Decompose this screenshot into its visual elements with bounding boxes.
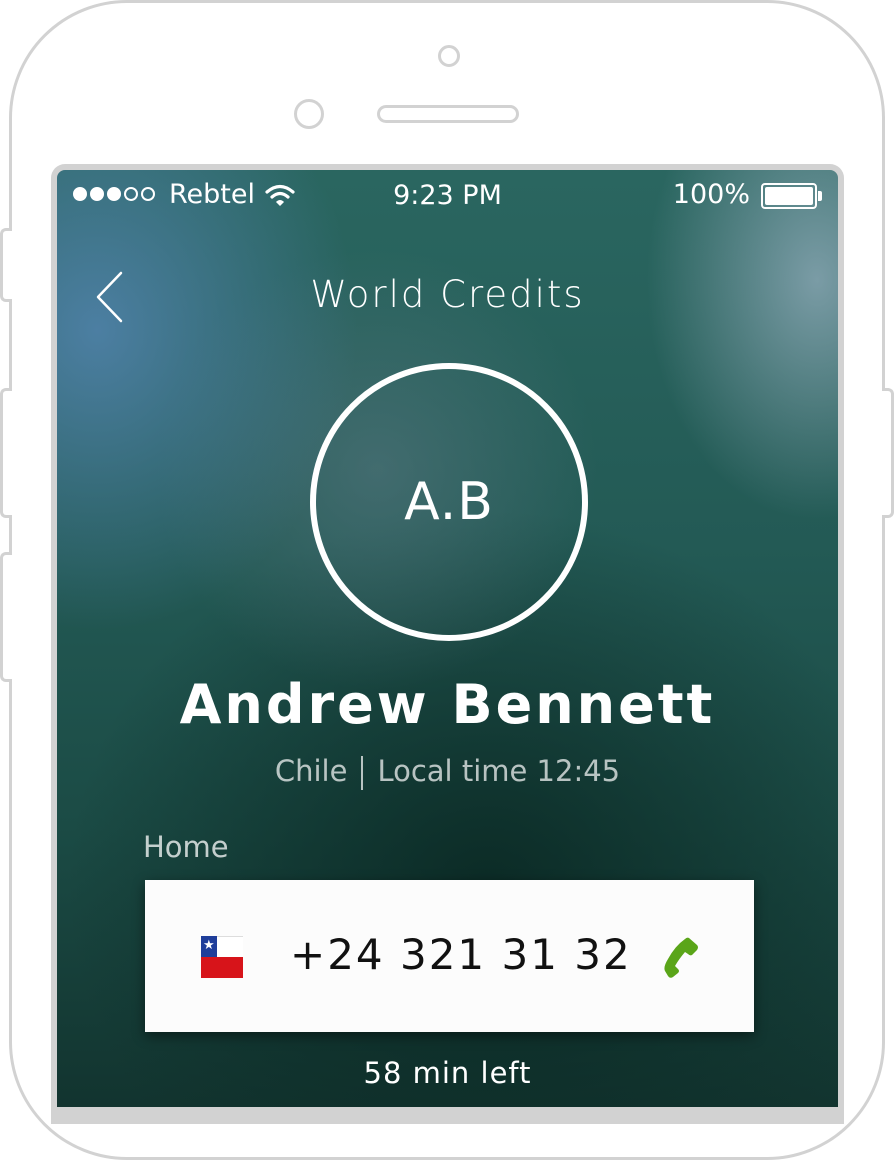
mute-switch bbox=[0, 228, 12, 302]
divider bbox=[361, 756, 364, 790]
contact-local-time: Local time 12:45 bbox=[377, 754, 621, 788]
earpiece-speaker bbox=[377, 105, 519, 123]
chile-flag-icon: ★ bbox=[201, 936, 243, 978]
battery-percent: 100% bbox=[672, 179, 750, 210]
power-button bbox=[882, 388, 894, 518]
status-bar: Rebtel 9:23 PM 100% bbox=[57, 170, 838, 220]
credits-remaining: 58 min left bbox=[363, 1056, 532, 1090]
front-camera bbox=[438, 45, 460, 67]
page-title: World Credits bbox=[310, 273, 585, 316]
volume-down-button bbox=[0, 552, 12, 682]
app-screen: Rebtel 9:23 PM 100% World Credits A.B An… bbox=[57, 170, 838, 1107]
contact-location-line: Chile Local time 12:45 bbox=[57, 754, 838, 790]
contact-avatar: A.B bbox=[310, 363, 588, 641]
contact-country: Chile bbox=[274, 754, 348, 788]
contact-name: Andrew Bennett bbox=[179, 673, 716, 736]
avatar-initials: A.B bbox=[404, 472, 494, 532]
battery-icon bbox=[761, 183, 817, 209]
proximity-sensor bbox=[294, 99, 324, 129]
battery-fill bbox=[765, 187, 813, 205]
phone-number: +24 321 31 32 bbox=[290, 930, 632, 979]
phone-number-card[interactable]: ★ +24 321 31 32 bbox=[145, 880, 754, 1032]
battery-tip bbox=[818, 191, 822, 201]
phone-type-label: Home bbox=[143, 830, 229, 864]
volume-up-button bbox=[0, 388, 12, 518]
phone-icon[interactable] bbox=[661, 936, 701, 978]
